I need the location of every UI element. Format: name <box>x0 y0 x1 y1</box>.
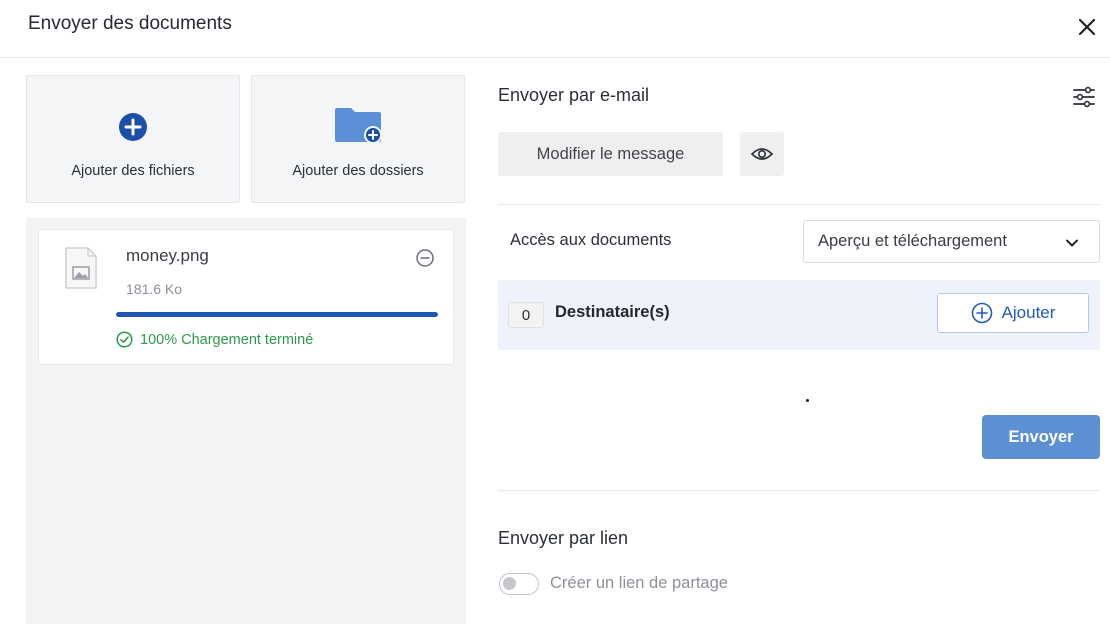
image-file-icon <box>64 246 98 295</box>
remove-file-button[interactable] <box>415 248 435 268</box>
close-icon <box>1078 18 1096 36</box>
access-select[interactable]: Aperçu et téléchargement <box>803 220 1100 263</box>
add-recipient-label: Ajouter <box>1001 303 1056 322</box>
upload-status: 100% Chargement terminé <box>116 331 313 348</box>
edit-message-button[interactable]: Modifier le message <box>498 132 723 176</box>
recipients-count: 0 <box>508 302 544 328</box>
dialog-header: Envoyer des documents <box>0 0 1110 58</box>
add-files-label: Ajouter des fichiers <box>71 163 195 179</box>
section-divider <box>498 204 1100 205</box>
add-recipient-button[interactable]: Ajouter <box>937 293 1089 333</box>
upload-status-text: 100% Chargement terminé <box>140 331 314 348</box>
preview-button[interactable] <box>740 132 784 176</box>
add-circle-icon <box>27 112 239 142</box>
add-folders-button[interactable]: Ajouter des dossiers <box>251 75 465 203</box>
upload-progress-fill <box>116 312 438 317</box>
remove-circle-icon <box>416 249 434 267</box>
stray-dot <box>806 399 809 402</box>
send-button[interactable]: Envoyer <box>982 415 1100 459</box>
file-size: 181.6 Ko <box>126 281 183 297</box>
add-files-button[interactable]: Ajouter des fichiers <box>26 75 240 203</box>
check-circle-icon <box>116 331 133 348</box>
eye-icon <box>751 148 773 160</box>
settings-sliders-icon <box>1073 86 1095 108</box>
add-folders-label: Ajouter des dossiers <box>292 163 424 179</box>
access-select-value: Aperçu et téléchargement <box>818 232 1007 250</box>
upload-progress-bar <box>116 312 438 317</box>
share-link-label: Créer un lien de partage <box>550 574 728 592</box>
link-section-title: Envoyer par lien <box>498 528 629 548</box>
add-circle-outline-icon <box>971 302 992 324</box>
access-label: Accès aux documents <box>510 231 672 249</box>
toggle-knob <box>503 577 516 590</box>
share-link-toggle[interactable] <box>499 573 539 595</box>
section-divider <box>498 490 1100 491</box>
email-section-title: Envoyer par e-mail <box>498 85 650 105</box>
add-folder-icon <box>252 106 464 144</box>
file-item: money.png 181.6 Ko 100% Chargement termi… <box>38 229 454 365</box>
close-button[interactable] <box>1072 12 1102 42</box>
recipients-label: Destinataire(s) <box>555 303 670 321</box>
chevron-down-icon <box>1066 239 1078 247</box>
dialog-title: Envoyer des documents <box>28 13 232 34</box>
options-button[interactable] <box>1072 85 1096 109</box>
file-name: money.png <box>126 246 209 265</box>
recipients-bar: 0 Destinataire(s) Ajouter <box>498 280 1100 350</box>
